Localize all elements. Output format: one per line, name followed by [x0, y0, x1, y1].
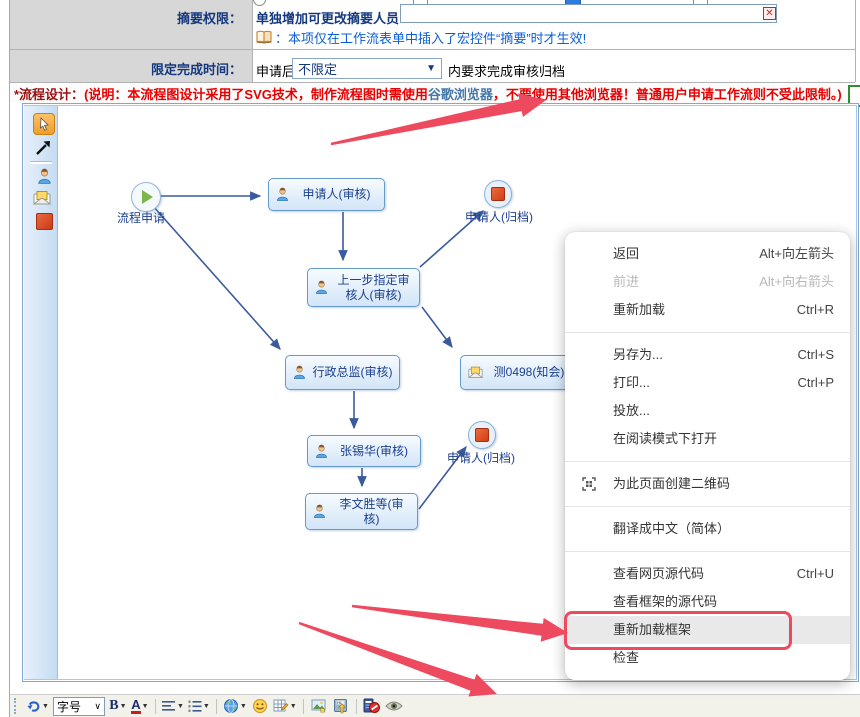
play-icon: [142, 190, 153, 204]
label-col-divider: [252, 0, 253, 82]
menu-item-reload[interactable]: 重新加载 Ctrl+R: [565, 296, 850, 324]
menu-item-cast[interactable]: 投放...: [565, 397, 850, 425]
stop-icon: [491, 187, 505, 201]
font-size-select[interactable]: 字号 ∨: [53, 697, 105, 716]
partial-radio[interactable]: [253, 0, 266, 6]
workflow-designer-page: { "form": { "summary_permission": { "lab…: [0, 0, 860, 717]
undo-icon: [26, 699, 41, 714]
process-design-browser: 谷歌浏览器: [428, 84, 493, 103]
person-icon: [275, 187, 290, 202]
menu-item-print[interactable]: 打印... Ctrl+P: [565, 369, 850, 397]
flow-node-archive-mid[interactable]: [468, 421, 496, 449]
dropdown-caret-icon: ▼: [42, 703, 49, 710]
preview-eye-icon: [385, 699, 403, 713]
ordered-list-icon: [188, 700, 202, 713]
book-icon: [256, 30, 272, 44]
bold-button[interactable]: B▼: [109, 697, 127, 716]
align-icon: [162, 700, 176, 712]
time-limit-suffix: 内要求完成审核归档: [448, 61, 565, 80]
flow-node-zhang[interactable]: 张锡华(审核): [307, 435, 421, 467]
insert-image-icon: [311, 698, 327, 714]
summary-permission-label: 摘要权限：: [10, 8, 242, 27]
time-limit-select[interactable]: 不限定 ▼: [292, 58, 442, 79]
block-icon: [363, 698, 380, 714]
font-color-icon: A: [131, 699, 140, 714]
qr-code-icon: [582, 477, 596, 491]
menu-item-create-qr[interactable]: 为此页面创建二维码: [565, 470, 850, 498]
save-html-icon: HL: [333, 698, 349, 714]
flow-node-archive-top[interactable]: [484, 180, 512, 208]
flow-node-applicant-audit[interactable]: 申请人(审核): [268, 178, 385, 211]
annotation-highlight-box: [564, 611, 792, 650]
font-color-button[interactable]: A▼: [131, 697, 149, 716]
menu-item-reading-mode[interactable]: 在阅读模式下打开: [565, 425, 850, 453]
preview-button[interactable]: [385, 697, 403, 716]
person-icon: [292, 365, 307, 380]
summary-hint: ：本项仅在工作流表单中插入了宏控件“摘要”时才生效!: [256, 28, 586, 46]
toolbar-grip[interactable]: [14, 698, 20, 714]
process-design-note-2: ，不要使用其他浏览器！普通用户申请工作流则不受此限制。): [493, 84, 842, 103]
time-limit-label: 限定完成时间：: [10, 59, 242, 78]
flow-node-start-label: 流程申请: [105, 209, 177, 226]
toolbar-separator: [303, 699, 304, 714]
envelope-icon: [467, 365, 484, 380]
menu-separator: [565, 506, 850, 507]
clear-field-icon[interactable]: ✕: [763, 7, 776, 20]
person-icon: [314, 280, 329, 295]
menu-item-translate[interactable]: 翻译成中文（简体）: [565, 515, 850, 543]
ordered-list-button[interactable]: ▼: [188, 697, 210, 716]
flow-node-li[interactable]: 李文胜等(审核): [305, 493, 418, 530]
flow-node-notify[interactable]: 测0498(知会): [460, 355, 576, 390]
stop-icon: [475, 428, 489, 442]
insert-image-button[interactable]: [310, 697, 328, 716]
process-design-row: *流程设计： (说明：本流程图设计采用了SVG技术，制作流程图时需使用谷歌浏览器…: [10, 83, 860, 103]
insert-link-button[interactable]: ▼: [223, 697, 247, 716]
menu-item-forward[interactable]: 前进 Alt+向右箭头: [565, 268, 850, 296]
undo-button[interactable]: ▼: [26, 697, 49, 716]
align-button[interactable]: ▼: [162, 697, 184, 716]
person-icon: [312, 504, 327, 519]
bold-icon: B: [109, 698, 118, 714]
smiley-icon: [252, 698, 268, 714]
toolbar-separator: [216, 699, 217, 714]
toolbar-separator: [155, 699, 156, 714]
globe-icon: [223, 698, 239, 714]
chevron-down-icon: ▼: [426, 63, 436, 74]
person-icon: [314, 444, 329, 459]
chevron-down-icon: ∨: [94, 701, 101, 712]
flow-node-start[interactable]: [131, 182, 161, 212]
row-divider-1: [10, 49, 855, 50]
menu-separator: [565, 332, 850, 333]
flow-node-admin-director[interactable]: 行政总监(审核): [285, 355, 400, 390]
summary-people-input[interactable]: [400, 4, 777, 23]
emoticon-button[interactable]: [251, 697, 269, 716]
edit-table-button[interactable]: ▼: [273, 697, 297, 716]
menu-item-back[interactable]: 返回 Alt+向左箭头: [565, 240, 850, 268]
menu-separator: [565, 551, 850, 552]
process-design-note-1: (说明：本流程图设计采用了SVG技术，制作流程图时需使用: [84, 84, 428, 103]
menu-item-view-source[interactable]: 查看网页源代码 Ctrl+U: [565, 560, 850, 588]
process-design-label: *流程设计：: [14, 84, 84, 103]
flow-node-prev-step[interactable]: 上一步指定审核人(审核): [307, 268, 420, 307]
menu-item-save-as[interactable]: 另存为... Ctrl+S: [565, 341, 850, 369]
summary-field-label: 单独增加可更改摘要人员:: [256, 8, 403, 27]
save-html-button[interactable]: HL: [332, 697, 350, 716]
block-button[interactable]: [363, 697, 381, 716]
flow-node-archive-mid-label: 申请人(归档): [441, 449, 521, 466]
flow-node-archive-top-label: 申请人(归档): [459, 208, 539, 225]
time-limit-prefix: 申请后: [256, 61, 295, 80]
edit-table-icon: [273, 698, 289, 714]
toolbar-separator: [356, 699, 357, 714]
editor-toolbar: ▼ 字号 ∨ B▼ A▼ ▼ ▼ ▼: [10, 694, 860, 717]
menu-separator: [565, 461, 850, 462]
page-left-border: [9, 0, 10, 717]
table-right-border: [855, 0, 856, 82]
